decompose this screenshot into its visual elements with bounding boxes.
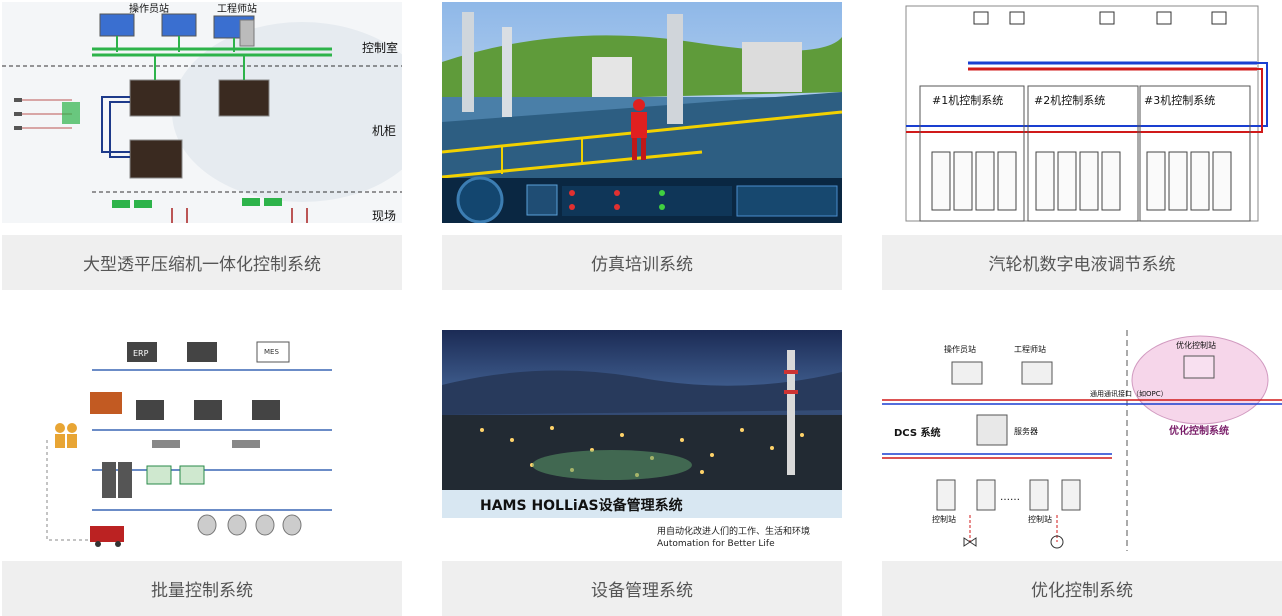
product-title[interactable]: 大型透平压缩机一体化控制系统 [2, 235, 402, 290]
label-field: 现场 [372, 209, 396, 223]
product-title[interactable]: 仿真培训系统 [442, 235, 842, 290]
product-card-batch-control[interactable]: ERP MES 批量控制系统 [2, 330, 402, 616]
label-dots: …… [1000, 492, 1020, 503]
product-image-simulation-training[interactable] [442, 2, 842, 223]
product-image-compressor-control[interactable]: 操作员站 工程师站 控制室 机柜 现场 [2, 2, 402, 223]
label-cabinet: 机柜 [372, 124, 396, 138]
label-erp: ERP [133, 349, 149, 358]
label-control-station: 控制站 [1028, 514, 1052, 524]
label-operator-station: 操作员站 [944, 344, 976, 354]
label-unit1: #1机控制系统 [932, 93, 1003, 107]
label-operator-station: 操作员站 [129, 2, 169, 15]
product-image-equipment-management[interactable]: HAMS HOLLiAS设备管理系统 用自动化改进人们的工作、生活和环境 Aut… [442, 330, 842, 551]
slogan-cn: 用自动化改进人们的工作、生活和环境 [657, 525, 810, 537]
banner-title: HAMS HOLLiAS设备管理系统 [480, 497, 683, 514]
product-card-optimization-control[interactable]: 操作员站 工程师站 优化控制站 通用通讯接口（如OPC） 优化控制系统 DCS … [882, 330, 1282, 616]
label-engineer-station: 工程师站 [1014, 344, 1046, 354]
product-title[interactable]: 汽轮机数字电液调节系统 [882, 235, 1282, 290]
label-opt-system: 优化控制系统 [1169, 424, 1229, 437]
product-title[interactable]: 优化控制系统 [882, 561, 1282, 616]
label-control-station: 控制站 [932, 514, 956, 524]
product-image-batch-control[interactable]: ERP MES [2, 330, 402, 551]
product-card-simulation-training[interactable]: 仿真培训系统 [442, 2, 842, 290]
label-engineer-station: 工程师站 [217, 2, 257, 15]
label-control-room: 控制室 [362, 40, 398, 55]
product-card-compressor-control[interactable]: 操作员站 工程师站 控制室 机柜 现场 大型透平压缩机一体化控制系统 [2, 2, 402, 290]
product-card-equipment-management[interactable]: HAMS HOLLiAS设备管理系统 用自动化改进人们的工作、生活和环境 Aut… [442, 330, 842, 616]
product-image-deh[interactable]: #1机控制系统 #2机控制系统 #3机控制系统 [882, 2, 1282, 223]
product-title[interactable]: 批量控制系统 [2, 561, 402, 616]
product-image-optimization-control[interactable]: 操作员站 工程师站 优化控制站 通用通讯接口（如OPC） 优化控制系统 DCS … [882, 330, 1282, 551]
label-unit2: #2机控制系统 [1034, 93, 1105, 107]
label-comm-port: 通用通讯接口（如OPC） [1090, 389, 1168, 398]
label-mes: MES [264, 348, 279, 356]
label-opt-station: 优化控制站 [1176, 340, 1216, 350]
label-unit3: #3机控制系统 [1144, 93, 1215, 107]
label-dcs: DCS 系统 [894, 426, 941, 439]
label-server: 服务器 [1014, 426, 1038, 436]
slogan-en: Automation for Better Life [657, 539, 775, 549]
product-title[interactable]: 设备管理系统 [442, 561, 842, 616]
product-card-deh[interactable]: #1机控制系统 #2机控制系统 #3机控制系统 汽轮机数字电液调节系统 [882, 2, 1282, 290]
